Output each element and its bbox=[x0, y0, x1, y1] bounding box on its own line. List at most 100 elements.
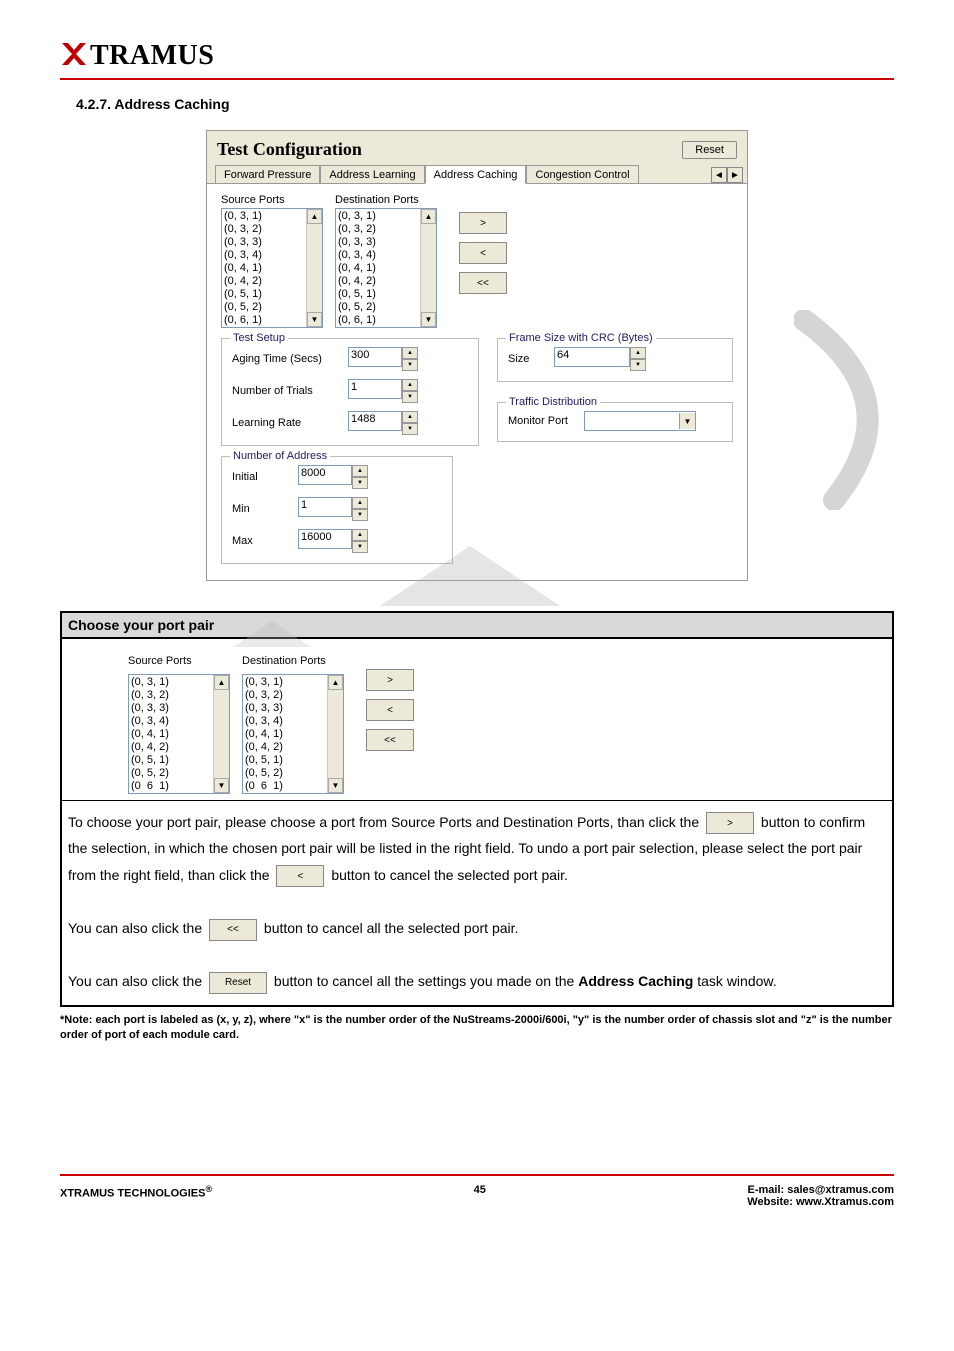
frame-size-input[interactable]: 64 bbox=[554, 347, 630, 367]
list-item[interactable]: (0, 3, 4) bbox=[338, 249, 418, 262]
list-item[interactable]: (0, 3, 4) bbox=[224, 249, 304, 262]
scroll-up-icon[interactable]: ▲ bbox=[421, 209, 436, 224]
spin-down-icon[interactable]: ▼ bbox=[402, 359, 418, 371]
list-item[interactable]: (0, 3, 2) bbox=[131, 689, 211, 702]
spin-down-icon[interactable]: ▼ bbox=[402, 391, 418, 403]
list-item[interactable]: (0, 4, 1) bbox=[131, 728, 211, 741]
list-item[interactable]: (0, 3, 1) bbox=[245, 676, 325, 689]
clear-pairs-button[interactable]: << bbox=[459, 272, 507, 294]
list-item[interactable]: (0, 3, 3) bbox=[131, 702, 211, 715]
list-item[interactable]: (0, 3, 2) bbox=[224, 223, 304, 236]
text: You can also click the bbox=[68, 973, 206, 989]
tab-congestion-control[interactable]: Congestion Control bbox=[526, 165, 638, 183]
scroll-up-icon[interactable]: ▲ bbox=[328, 675, 343, 690]
spin-down-icon[interactable]: ▼ bbox=[352, 509, 368, 521]
spin-up-icon[interactable]: ▲ bbox=[352, 529, 368, 541]
footnote: *Note: each port is labeled as (x, y, z)… bbox=[60, 1013, 894, 1044]
scroll-down-icon[interactable]: ▼ bbox=[421, 312, 436, 327]
spin-up-icon[interactable]: ▲ bbox=[402, 411, 418, 423]
add-pair-button[interactable]: > bbox=[366, 669, 414, 691]
text: task window. bbox=[697, 973, 776, 989]
scrollbar[interactable]: ▲ ▼ bbox=[306, 209, 322, 327]
list-item[interactable]: (0, 4, 2) bbox=[338, 275, 418, 288]
spin-up-icon[interactable]: ▲ bbox=[352, 465, 368, 477]
list-item[interactable]: (0, 5, 1) bbox=[131, 754, 211, 767]
list-item[interactable]: (0, 3, 4) bbox=[245, 715, 325, 728]
number-of-trials-input[interactable]: 1 bbox=[348, 379, 402, 399]
list-item[interactable]: (0, 5, 1) bbox=[338, 288, 418, 301]
list-item[interactable]: (0, 3, 1) bbox=[131, 676, 211, 689]
min-input[interactable]: 1 bbox=[298, 497, 352, 517]
list-item[interactable]: (0, 4, 2) bbox=[245, 741, 325, 754]
spin-down-icon[interactable]: ▼ bbox=[630, 359, 646, 371]
clear-pairs-button[interactable]: << bbox=[366, 729, 414, 751]
tab-forward-pressure[interactable]: Forward Pressure bbox=[215, 165, 320, 183]
destination-ports-listbox[interactable]: (0, 3, 1) (0, 3, 2) (0, 3, 3) (0, 3, 4) … bbox=[335, 208, 437, 328]
scroll-down-icon[interactable]: ▼ bbox=[307, 312, 322, 327]
reset-button[interactable]: Reset bbox=[209, 972, 267, 994]
add-pair-button[interactable]: > bbox=[706, 812, 754, 834]
remove-pair-button[interactable]: < bbox=[459, 242, 507, 264]
section-title: 4.2.7. Address Caching bbox=[76, 96, 894, 112]
scroll-up-icon[interactable]: ▲ bbox=[307, 209, 322, 224]
list-item[interactable]: (0, 6, 1) bbox=[338, 314, 418, 327]
tab-scroll-right-icon[interactable]: ► bbox=[727, 167, 743, 183]
tab-address-learning[interactable]: Address Learning bbox=[320, 165, 424, 183]
list-item[interactable]: (0, 3, 2) bbox=[338, 223, 418, 236]
list-item[interactable]: (0, 4, 1) bbox=[224, 262, 304, 275]
add-pair-button[interactable]: > bbox=[459, 212, 507, 234]
spin-up-icon[interactable]: ▲ bbox=[402, 379, 418, 391]
list-item[interactable]: (0, 5, 1) bbox=[245, 754, 325, 767]
max-input[interactable]: 16000 bbox=[298, 529, 352, 549]
list-item[interactable]: (0, 3, 3) bbox=[245, 702, 325, 715]
source-ports-listbox[interactable]: (0, 3, 1) (0, 3, 2) (0, 3, 3) (0, 3, 4) … bbox=[128, 674, 230, 794]
clear-pairs-button[interactable]: << bbox=[209, 919, 257, 941]
spin-down-icon[interactable]: ▼ bbox=[352, 541, 368, 553]
scrollbar[interactable]: ▲ ▼ bbox=[327, 675, 343, 793]
destination-ports-listbox[interactable]: (0, 3, 1) (0, 3, 2) (0, 3, 3) (0, 3, 4) … bbox=[242, 674, 344, 794]
list-item[interactable]: (0, 3, 1) bbox=[338, 210, 418, 223]
list-item[interactable]: (0 6 1) bbox=[245, 780, 325, 793]
list-item[interactable]: (0, 4, 1) bbox=[338, 262, 418, 275]
list-item[interactable]: (0, 5, 2) bbox=[338, 301, 418, 314]
scroll-down-icon[interactable]: ▼ bbox=[214, 778, 229, 793]
spin-up-icon[interactable]: ▲ bbox=[352, 497, 368, 509]
source-ports-listbox[interactable]: (0, 3, 1) (0, 3, 2) (0, 3, 3) (0, 3, 4) … bbox=[221, 208, 323, 328]
reset-button[interactable]: Reset bbox=[682, 141, 737, 159]
list-item[interactable]: (0, 5, 2) bbox=[131, 767, 211, 780]
remove-pair-button[interactable]: < bbox=[276, 865, 324, 887]
combo-arrow-icon[interactable]: ▼ bbox=[679, 413, 695, 429]
remove-pair-button[interactable]: < bbox=[366, 699, 414, 721]
list-item[interactable]: (0, 4, 2) bbox=[131, 741, 211, 754]
test-setup-title: Test Setup bbox=[230, 332, 288, 344]
list-item[interactable]: (0 6 1) bbox=[131, 780, 211, 793]
list-item[interactable]: (0, 5, 2) bbox=[224, 301, 304, 314]
spin-down-icon[interactable]: ▼ bbox=[352, 477, 368, 489]
list-item[interactable]: (0, 3, 1) bbox=[224, 210, 304, 223]
list-item[interactable]: (0, 6, 1) bbox=[224, 314, 304, 327]
list-item[interactable]: (0, 5, 1) bbox=[224, 288, 304, 301]
list-item[interactable]: (0, 4, 2) bbox=[224, 275, 304, 288]
learning-rate-input[interactable]: 1488 bbox=[348, 411, 402, 431]
scrollbar[interactable]: ▲ ▼ bbox=[213, 675, 229, 793]
list-item[interactable]: (0, 3, 3) bbox=[224, 236, 304, 249]
initial-input[interactable]: 8000 bbox=[298, 465, 352, 485]
list-item[interactable]: (0, 4, 1) bbox=[245, 728, 325, 741]
list-item[interactable]: (0, 3, 2) bbox=[245, 689, 325, 702]
min-label: Min bbox=[232, 503, 292, 515]
tab-address-caching[interactable]: Address Caching bbox=[425, 165, 527, 184]
scroll-up-icon[interactable]: ▲ bbox=[214, 675, 229, 690]
spin-up-icon[interactable]: ▲ bbox=[402, 347, 418, 359]
list-item[interactable]: (0, 3, 3) bbox=[338, 236, 418, 249]
frame-size-group: Frame Size with CRC (Bytes) Size 64 ▲▼ bbox=[497, 338, 733, 382]
spin-up-icon[interactable]: ▲ bbox=[630, 347, 646, 359]
monitor-port-combo[interactable]: ▼ bbox=[584, 411, 696, 431]
list-item[interactable]: (0, 3, 4) bbox=[131, 715, 211, 728]
scroll-down-icon[interactable]: ▼ bbox=[328, 778, 343, 793]
list-item[interactable]: (0, 5, 2) bbox=[245, 767, 325, 780]
tab-scroll-left-icon[interactable]: ◄ bbox=[711, 167, 727, 183]
spin-down-icon[interactable]: ▼ bbox=[402, 423, 418, 435]
aging-time-input[interactable]: 300 bbox=[348, 347, 402, 367]
test-setup-group: Test Setup Aging Time (Secs) 300 ▲▼ Numb bbox=[221, 338, 479, 446]
scrollbar[interactable]: ▲ ▼ bbox=[420, 209, 436, 327]
